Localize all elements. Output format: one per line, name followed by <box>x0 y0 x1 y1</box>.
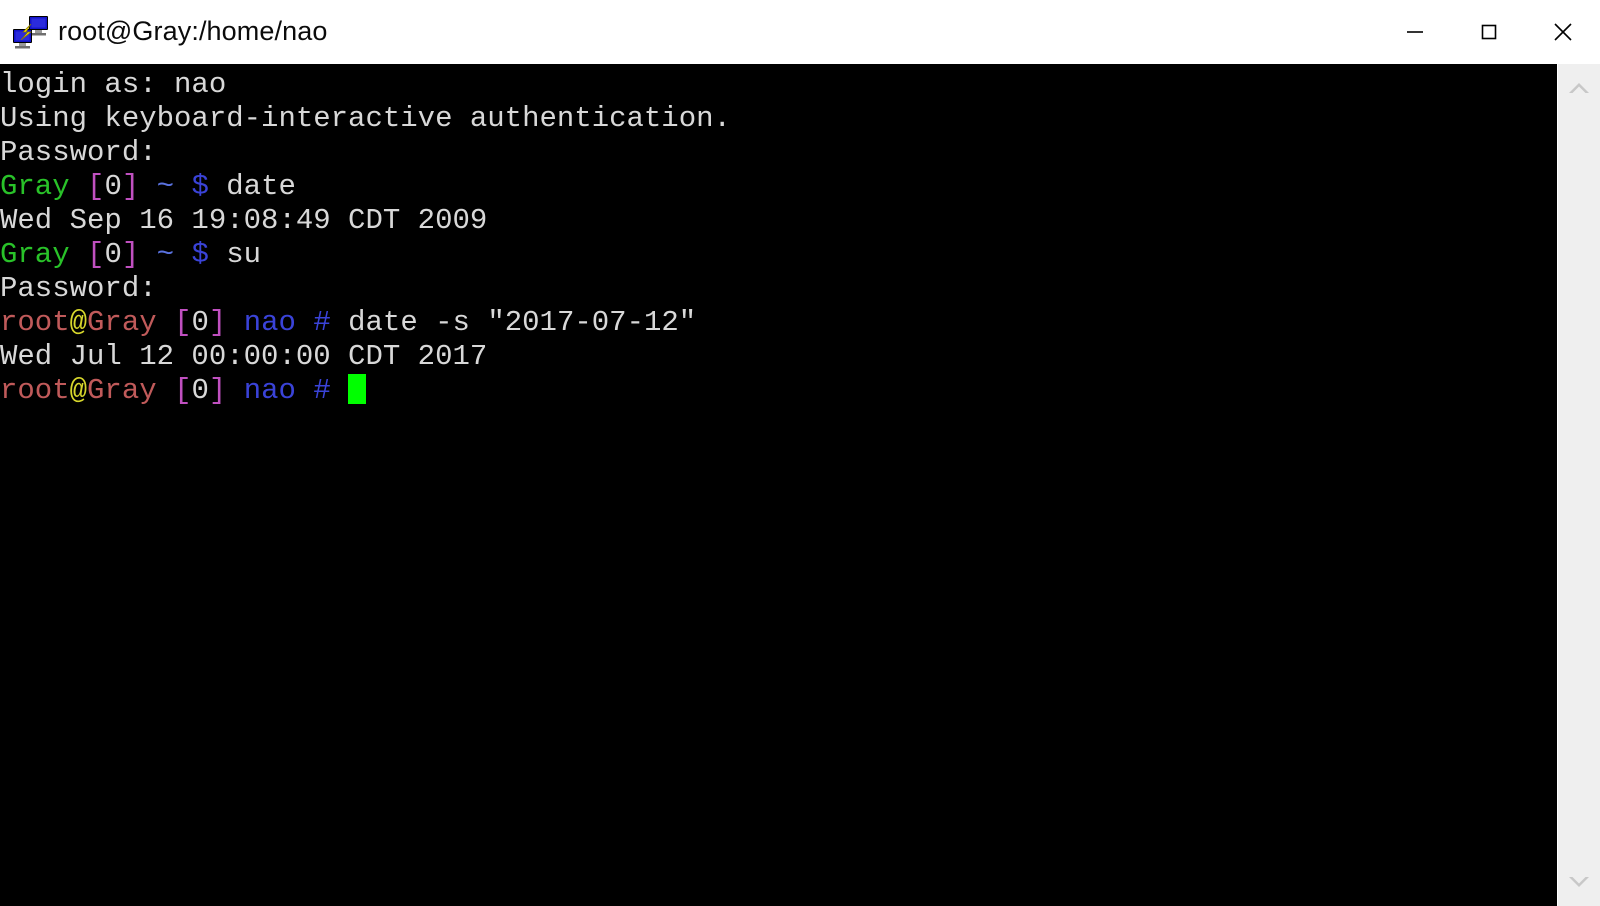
line-root-prompt-date-set-seg-4: [ <box>174 306 192 339</box>
line-prompt-su-seg-4: ] <box>121 238 140 271</box>
line-login-as-seg-0: login as: nao <box>0 68 227 101</box>
terminal-area: login as: nao Using keyboard-interactive … <box>0 64 1600 906</box>
minimize-icon <box>1407 31 1423 33</box>
terminal-cursor <box>348 374 366 404</box>
maximize-icon <box>1481 24 1497 40</box>
line-root-prompt-date-set-seg-9 <box>296 306 313 339</box>
scrollbar-track[interactable] <box>1558 112 1600 858</box>
line-auth-method: Using keyboard-interactive authenticatio… <box>0 102 1557 136</box>
line-prompt-su-seg-3: 0 <box>104 238 122 271</box>
title-bar[interactable]: root@Gray:/home/nao <box>0 0 1600 64</box>
line-prompt-su-seg-6: ~ <box>156 238 175 271</box>
line-root-prompt-current: root@Gray [0] nao # <box>0 374 1557 408</box>
line-root-prompt-date-set-seg-0: root <box>0 306 70 339</box>
terminal-output[interactable]: login as: nao Using keyboard-interactive … <box>0 64 1557 906</box>
line-root-prompt-current-seg-8: nao <box>243 374 296 407</box>
line-prompt-su-seg-2: [ <box>87 238 105 271</box>
line-date-output-1-seg-0: Wed Sep 16 19:08:49 CDT 2009 <box>0 204 488 237</box>
line-root-prompt-current-seg-4: [ <box>174 374 192 407</box>
line-prompt-su-seg-8: $ <box>191 238 209 271</box>
line-password-1: Password: <box>0 136 1557 170</box>
line-root-prompt-date-set-seg-5: 0 <box>191 306 209 339</box>
line-root-prompt-date-set-seg-8: nao <box>243 306 296 339</box>
line-prompt-su-seg-1 <box>70 238 87 271</box>
line-root-prompt-current-seg-0: root <box>0 374 70 407</box>
line-prompt-date-seg-1 <box>70 170 87 203</box>
line-prompt-date-seg-5 <box>139 170 156 203</box>
window-title: root@Gray:/home/nao <box>58 15 328 46</box>
line-date-output-2: Wed Jul 12 00:00:00 CDT 2017 <box>0 340 1557 374</box>
line-root-prompt-date-set-seg-2: Gray <box>87 306 157 339</box>
putty-icon <box>13 16 48 49</box>
line-root-prompt-current-seg-9 <box>296 374 313 407</box>
maximize-button[interactable] <box>1452 0 1526 64</box>
line-root-prompt-current-seg-2: Gray <box>87 374 157 407</box>
line-prompt-date: Gray [0] ~ $ date <box>0 170 1557 204</box>
line-password-2-seg-0: Password: <box>0 272 157 305</box>
line-root-prompt-current-seg-5: 0 <box>191 374 209 407</box>
line-root-prompt-current-seg-6: ] <box>208 374 227 407</box>
line-prompt-su-seg-7 <box>174 238 191 271</box>
line-date-output-2-seg-0: Wed Jul 12 00:00:00 CDT 2017 <box>0 340 488 373</box>
window-controls <box>1378 0 1600 64</box>
line-prompt-su-seg-0: Gray <box>0 238 70 271</box>
line-password-2: Password: <box>0 272 1557 306</box>
line-date-output-1: Wed Sep 16 19:08:49 CDT 2009 <box>0 204 1557 238</box>
line-root-prompt-date-set-seg-7 <box>226 306 243 339</box>
line-prompt-date-seg-2: [ <box>87 170 105 203</box>
putty-window: root@Gray:/home/nao login as: nao Using … <box>0 0 1600 906</box>
line-root-prompt-current-seg-10: # <box>313 374 331 407</box>
line-root-prompt-date-set-seg-10: # <box>313 306 331 339</box>
terminal-scrollbar[interactable] <box>1557 64 1600 906</box>
chevron-down-icon <box>1569 877 1589 887</box>
line-prompt-date-seg-4: ] <box>121 170 140 203</box>
line-login-as: login as: nao <box>0 68 1557 102</box>
scroll-up-button[interactable] <box>1558 64 1600 112</box>
line-root-prompt-current-seg-1: @ <box>69 374 88 407</box>
close-button[interactable] <box>1526 0 1600 64</box>
line-prompt-date-seg-8: $ <box>191 170 209 203</box>
line-root-prompt-current-seg-3 <box>157 374 174 407</box>
line-root-prompt-current-seg-7 <box>226 374 243 407</box>
line-root-prompt-date-set-seg-3 <box>157 306 174 339</box>
minimize-button[interactable] <box>1378 0 1452 64</box>
close-icon <box>1554 23 1572 41</box>
line-root-prompt-date-set-seg-1: @ <box>69 306 88 339</box>
line-root-prompt-date-set-seg-6: ] <box>208 306 227 339</box>
line-prompt-date-seg-7 <box>174 170 191 203</box>
line-auth-method-seg-0: Using keyboard-interactive authenticatio… <box>0 102 731 135</box>
line-prompt-date-seg-9: date <box>208 170 296 203</box>
line-prompt-date-seg-6: ~ <box>156 170 175 203</box>
scroll-down-button[interactable] <box>1558 858 1600 906</box>
line-root-prompt-date-set-seg-11: date -s "2017-07-12" <box>330 306 697 339</box>
line-prompt-su: Gray [0] ~ $ su <box>0 238 1557 272</box>
line-prompt-date-seg-3: 0 <box>104 170 122 203</box>
line-root-prompt-current-seg-11 <box>331 374 348 407</box>
line-prompt-date-seg-0: Gray <box>0 170 70 203</box>
line-prompt-su-seg-9: su <box>208 238 262 271</box>
line-prompt-su-seg-5 <box>139 238 156 271</box>
line-root-prompt-date-set: root@Gray [0] nao # date -s "2017-07-12" <box>0 306 1557 340</box>
chevron-up-icon <box>1569 83 1589 93</box>
line-password-1-seg-0: Password: <box>0 136 157 169</box>
